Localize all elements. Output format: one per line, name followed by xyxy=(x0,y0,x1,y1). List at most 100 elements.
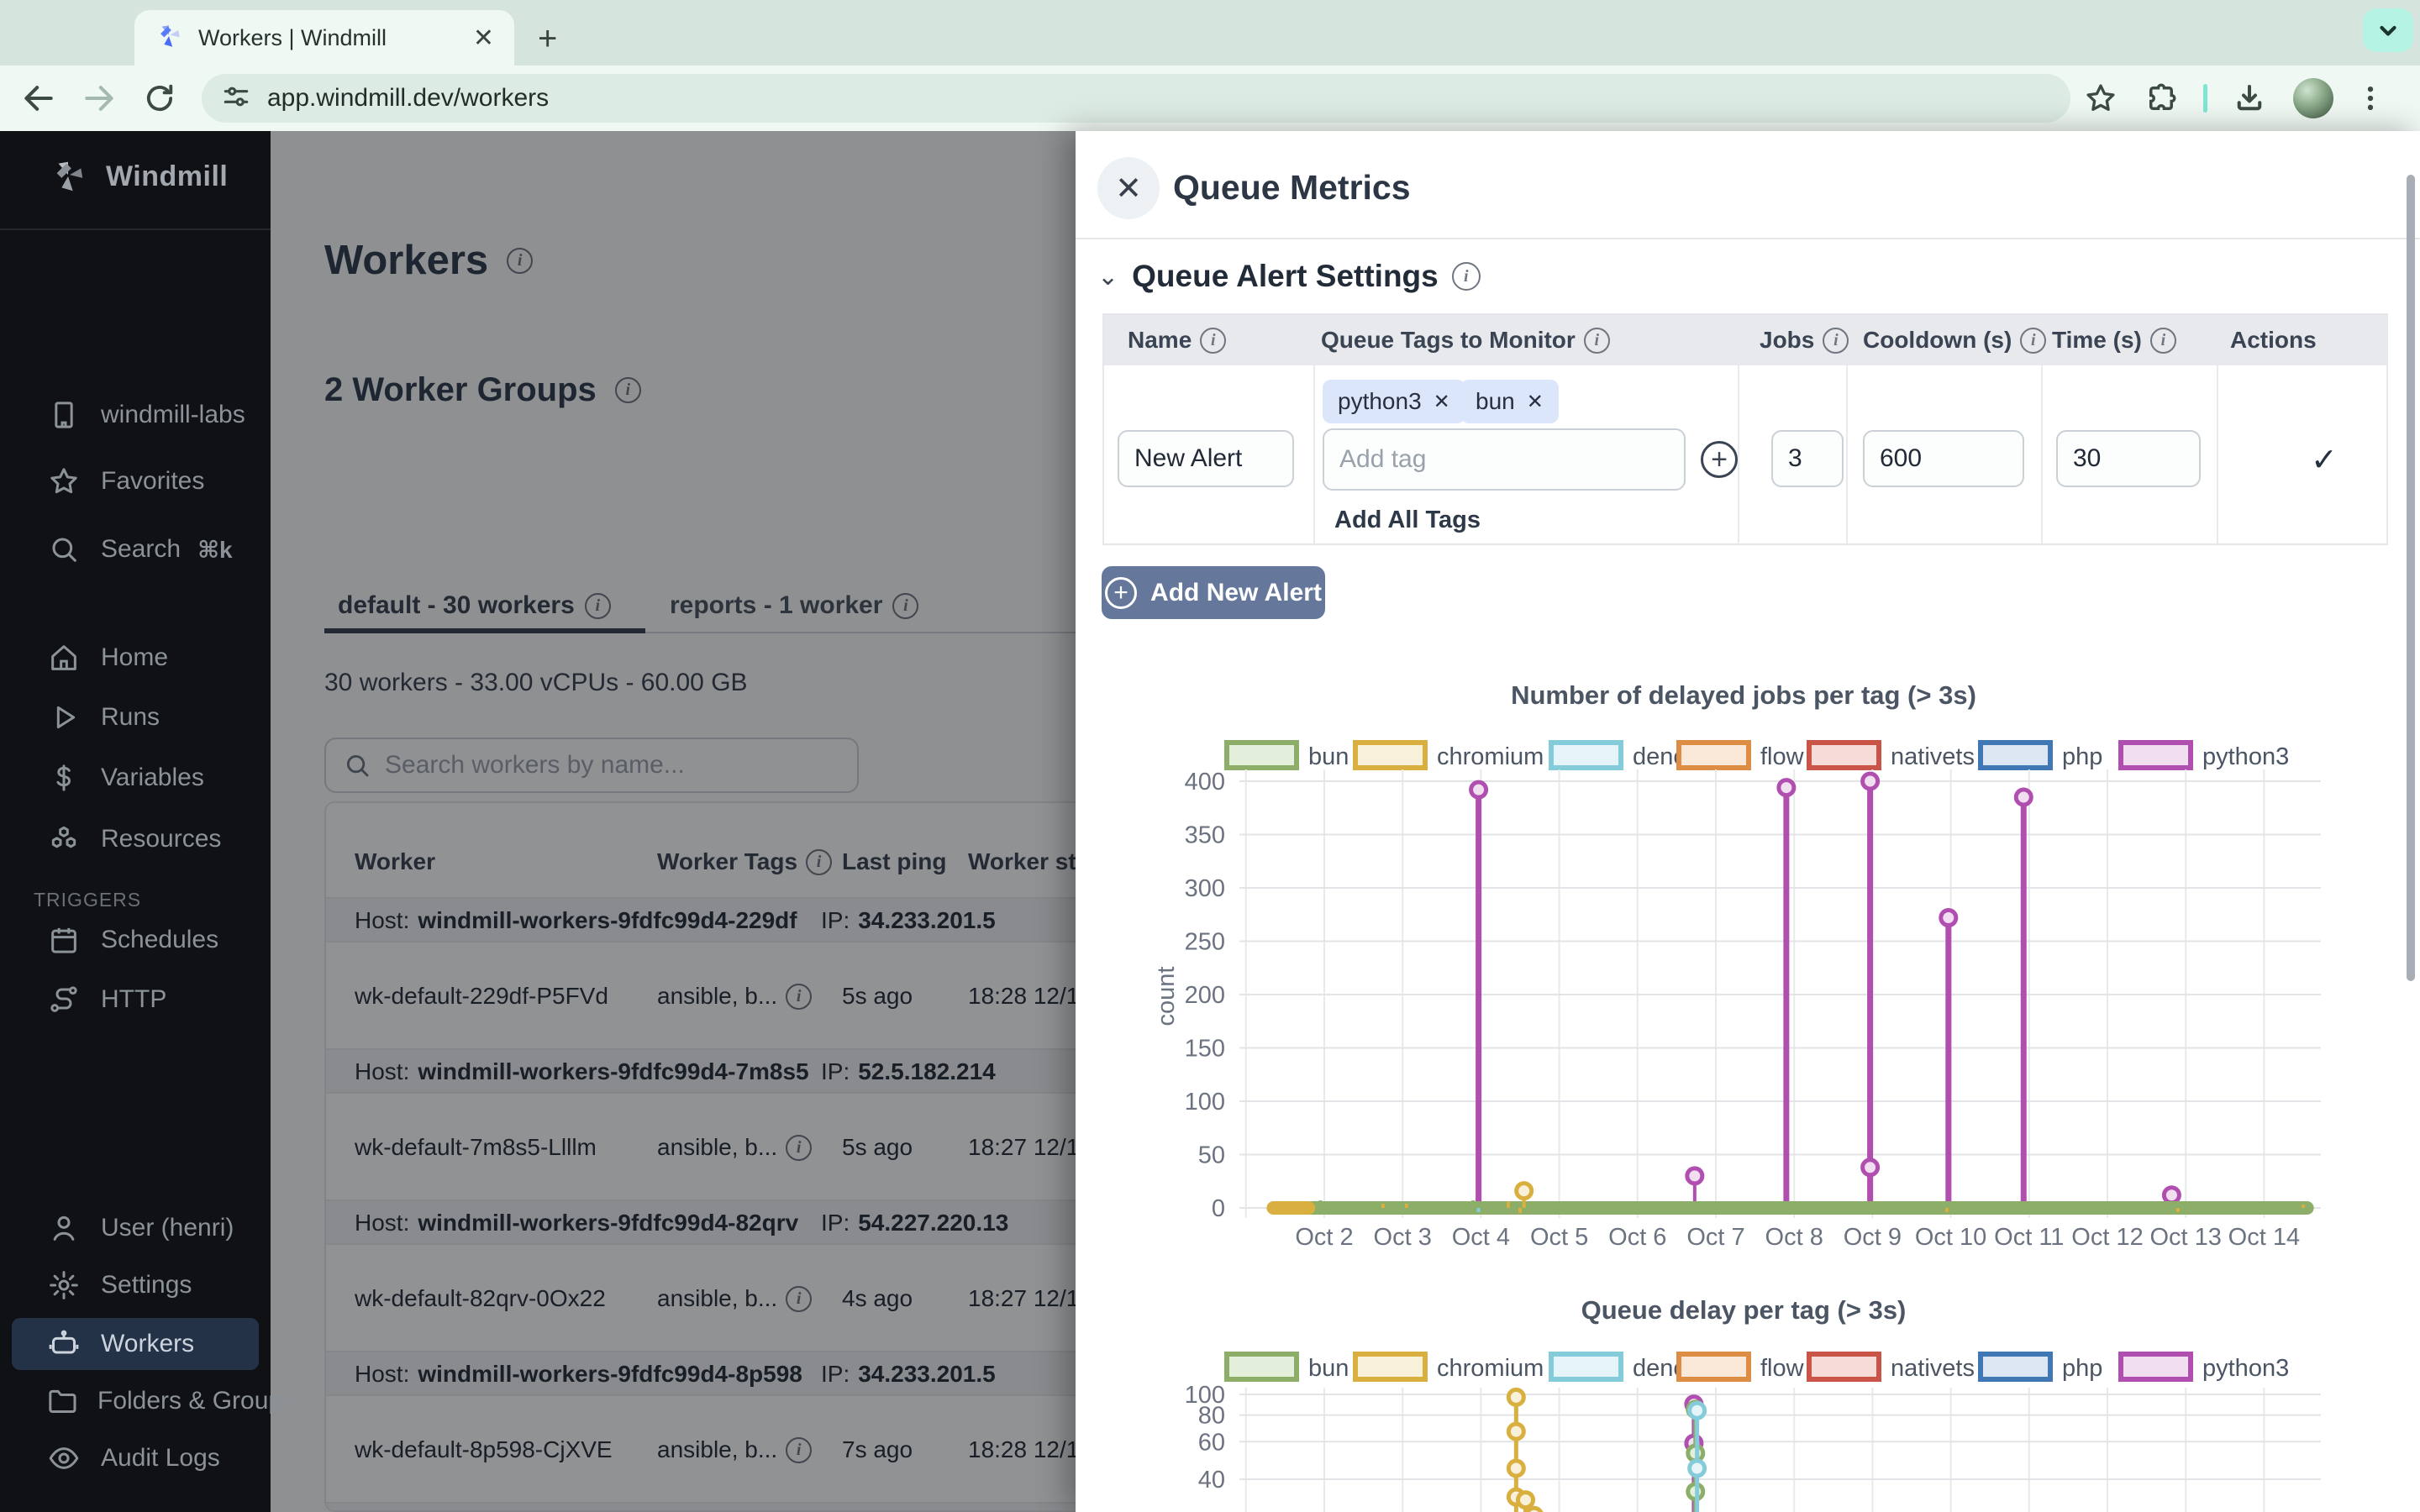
svg-text:Oct 9: Oct 9 xyxy=(1844,1224,1902,1251)
user-icon xyxy=(45,1211,82,1245)
tab-close-icon[interactable]: ✕ xyxy=(473,24,494,53)
svg-text:50: 50 xyxy=(1198,1142,1225,1169)
dollar-icon xyxy=(45,761,82,795)
toolbar-separator xyxy=(2203,84,2207,113)
tab-title: Workers | Windmill xyxy=(198,25,463,51)
tag-chip-python3[interactable]: python3✕ xyxy=(1323,380,1465,423)
col-jobs: Jobsi xyxy=(1760,315,1849,365)
cubes-icon xyxy=(45,822,82,856)
jobs-input[interactable]: 3 xyxy=(1771,430,1844,487)
col-queue-tags: Queue Tags to Monitori xyxy=(1321,315,1610,365)
profile-avatar[interactable] xyxy=(2293,78,2333,118)
url-bar[interactable]: app.windmill.dev/workers xyxy=(202,74,2070,123)
sidebar-item-http[interactable]: HTTP xyxy=(12,974,259,1026)
svg-text:200: 200 xyxy=(1185,982,1225,1009)
windmill-logo[interactable]: Windmill xyxy=(0,146,271,207)
add-all-tags-link[interactable]: Add All Tags xyxy=(1334,507,1481,534)
new-tab-button[interactable]: + xyxy=(538,22,557,55)
add-tag-input[interactable]: Add tag xyxy=(1323,428,1686,491)
remove-tag-icon[interactable]: ✕ xyxy=(1434,390,1450,414)
sidebar-item-search[interactable]: Search⌘k xyxy=(12,523,259,575)
download-icon[interactable] xyxy=(2219,81,2280,116)
drawer-close-button[interactable]: ✕ xyxy=(1097,157,1160,219)
svg-text:Oct 5: Oct 5 xyxy=(1530,1224,1588,1251)
legend-label: python3 xyxy=(2202,1355,2289,1382)
sidebar-item-user[interactable]: User (henri) xyxy=(12,1202,259,1254)
site-settings-icon[interactable] xyxy=(220,81,252,117)
sidebar-item-label: User (henri) xyxy=(101,1214,234,1242)
add-new-alert-button[interactable]: + Add New Alert xyxy=(1102,566,1325,619)
url-text[interactable]: app.windmill.dev/workers xyxy=(267,84,549,113)
legend-swatch-nativets xyxy=(1809,743,1879,768)
sidebar-item-folders[interactable]: Folders & Groups... xyxy=(12,1375,259,1427)
sidebar-item-label: Workers xyxy=(101,1330,194,1358)
svg-text:Oct 13: Oct 13 xyxy=(2149,1224,2221,1251)
svg-text:80: 80 xyxy=(1198,1403,1225,1430)
sidebar: Windmill TRIGGERS windmill-labsFavorites… xyxy=(0,131,271,1512)
svg-text:300: 300 xyxy=(1185,875,1225,902)
sidebar-item-runs[interactable]: Runs xyxy=(12,691,259,743)
info-icon[interactable]: i xyxy=(1452,262,1481,291)
tag-chip-bun[interactable]: bun✕ xyxy=(1460,380,1559,423)
sidebar-item-settings[interactable]: Settings xyxy=(12,1259,259,1311)
sidebar-item-audit-logs[interactable]: Audit Logs xyxy=(12,1432,259,1484)
confirm-alert-icon[interactable]: ✓ xyxy=(2311,441,2338,479)
col-time: Time (s)i xyxy=(2052,315,2176,365)
sidebar-item-schedules[interactable]: Schedules xyxy=(12,914,259,966)
sidebar-item-label: Audit Logs xyxy=(101,1444,220,1473)
chevron-down-icon xyxy=(2373,15,2403,45)
svg-text:Oct 12: Oct 12 xyxy=(2071,1224,2143,1251)
tab-strip-chevron-button[interactable] xyxy=(2363,8,2413,52)
forward-button[interactable] xyxy=(69,80,129,117)
svg-text:Oct 10: Oct 10 xyxy=(1915,1224,1986,1251)
time-input[interactable]: 30 xyxy=(2056,430,2201,487)
legend-label: php xyxy=(2062,1355,2102,1382)
legend-swatch-deno xyxy=(1551,1354,1621,1379)
add-tag-plus-icon[interactable]: + xyxy=(1701,441,1738,478)
search-icon xyxy=(45,533,82,566)
queue-alert-settings-header[interactable]: ⌄ Queue Alert Settings i xyxy=(1097,259,1481,294)
svg-text:Oct 11: Oct 11 xyxy=(1994,1224,2064,1251)
cooldown-input[interactable]: 600 xyxy=(1863,430,2024,487)
app-window: Workers i 2 Worker Groups i default - 30… xyxy=(0,131,2420,1512)
svg-text:Oct 6: Oct 6 xyxy=(1608,1224,1666,1251)
legend-label: chromium xyxy=(1437,743,1544,770)
legend-label: chromium xyxy=(1437,1355,1544,1382)
sidebar-item-label: HTTP xyxy=(101,985,166,1014)
back-button[interactable] xyxy=(8,80,69,117)
remove-tag-icon[interactable]: ✕ xyxy=(1527,390,1544,414)
browser-menu-icon[interactable] xyxy=(2347,81,2394,115)
chart-title: Queue delay per tag (> 3s) xyxy=(1581,1295,1907,1325)
legend-swatch-php xyxy=(1981,1354,2050,1379)
chart-title: Number of delayed jobs per tag (> 3s) xyxy=(1511,680,1976,710)
sidebar-item-workspace-select[interactable]: windmill-labs xyxy=(12,389,259,441)
drawer-scrollbar[interactable] xyxy=(2407,175,2415,981)
legend-swatch-bun xyxy=(1227,743,1297,768)
sidebar-item-workers[interactable]: Workers xyxy=(12,1318,259,1370)
sidebar-item-variables[interactable]: Variables xyxy=(12,752,259,804)
browser-tab[interactable]: Workers | Windmill ✕ xyxy=(134,10,514,66)
alert-name-input[interactable]: New Alert xyxy=(1118,430,1294,487)
home-icon xyxy=(45,641,82,675)
delayed-jobs-chart: Number of delayed jobs per tag (> 3s)bun… xyxy=(1076,660,2420,1260)
drawer-divider xyxy=(1076,238,2420,239)
building-icon xyxy=(45,398,82,432)
reload-button[interactable] xyxy=(129,81,190,116)
y-axis-label: count xyxy=(1153,967,1180,1026)
shortcut-hint: ⌘k xyxy=(197,536,233,564)
sidebar-item-resources[interactable]: Resources xyxy=(12,813,259,865)
sidebar-item-label: Schedules xyxy=(101,926,218,954)
sidebar-item-favorites[interactable]: Favorites xyxy=(12,455,259,507)
svg-text:40: 40 xyxy=(1198,1467,1225,1494)
sidebar-item-label: windmill-labs xyxy=(101,401,245,429)
chevron-down-icon[interactable]: ⌄ xyxy=(1097,262,1118,291)
windmill-logo-icon xyxy=(49,157,87,196)
legend-label: flow xyxy=(1760,743,1805,770)
sidebar-item-label: Folders & Groups... xyxy=(97,1387,316,1415)
gear-icon xyxy=(45,1268,82,1302)
legend-swatch-nativets xyxy=(1809,1354,1879,1379)
sidebar-item-label: Settings xyxy=(101,1271,192,1299)
extensions-icon[interactable] xyxy=(2131,81,2191,116)
bookmark-star-icon[interactable] xyxy=(2070,81,2131,116)
sidebar-item-home[interactable]: Home xyxy=(12,632,259,684)
